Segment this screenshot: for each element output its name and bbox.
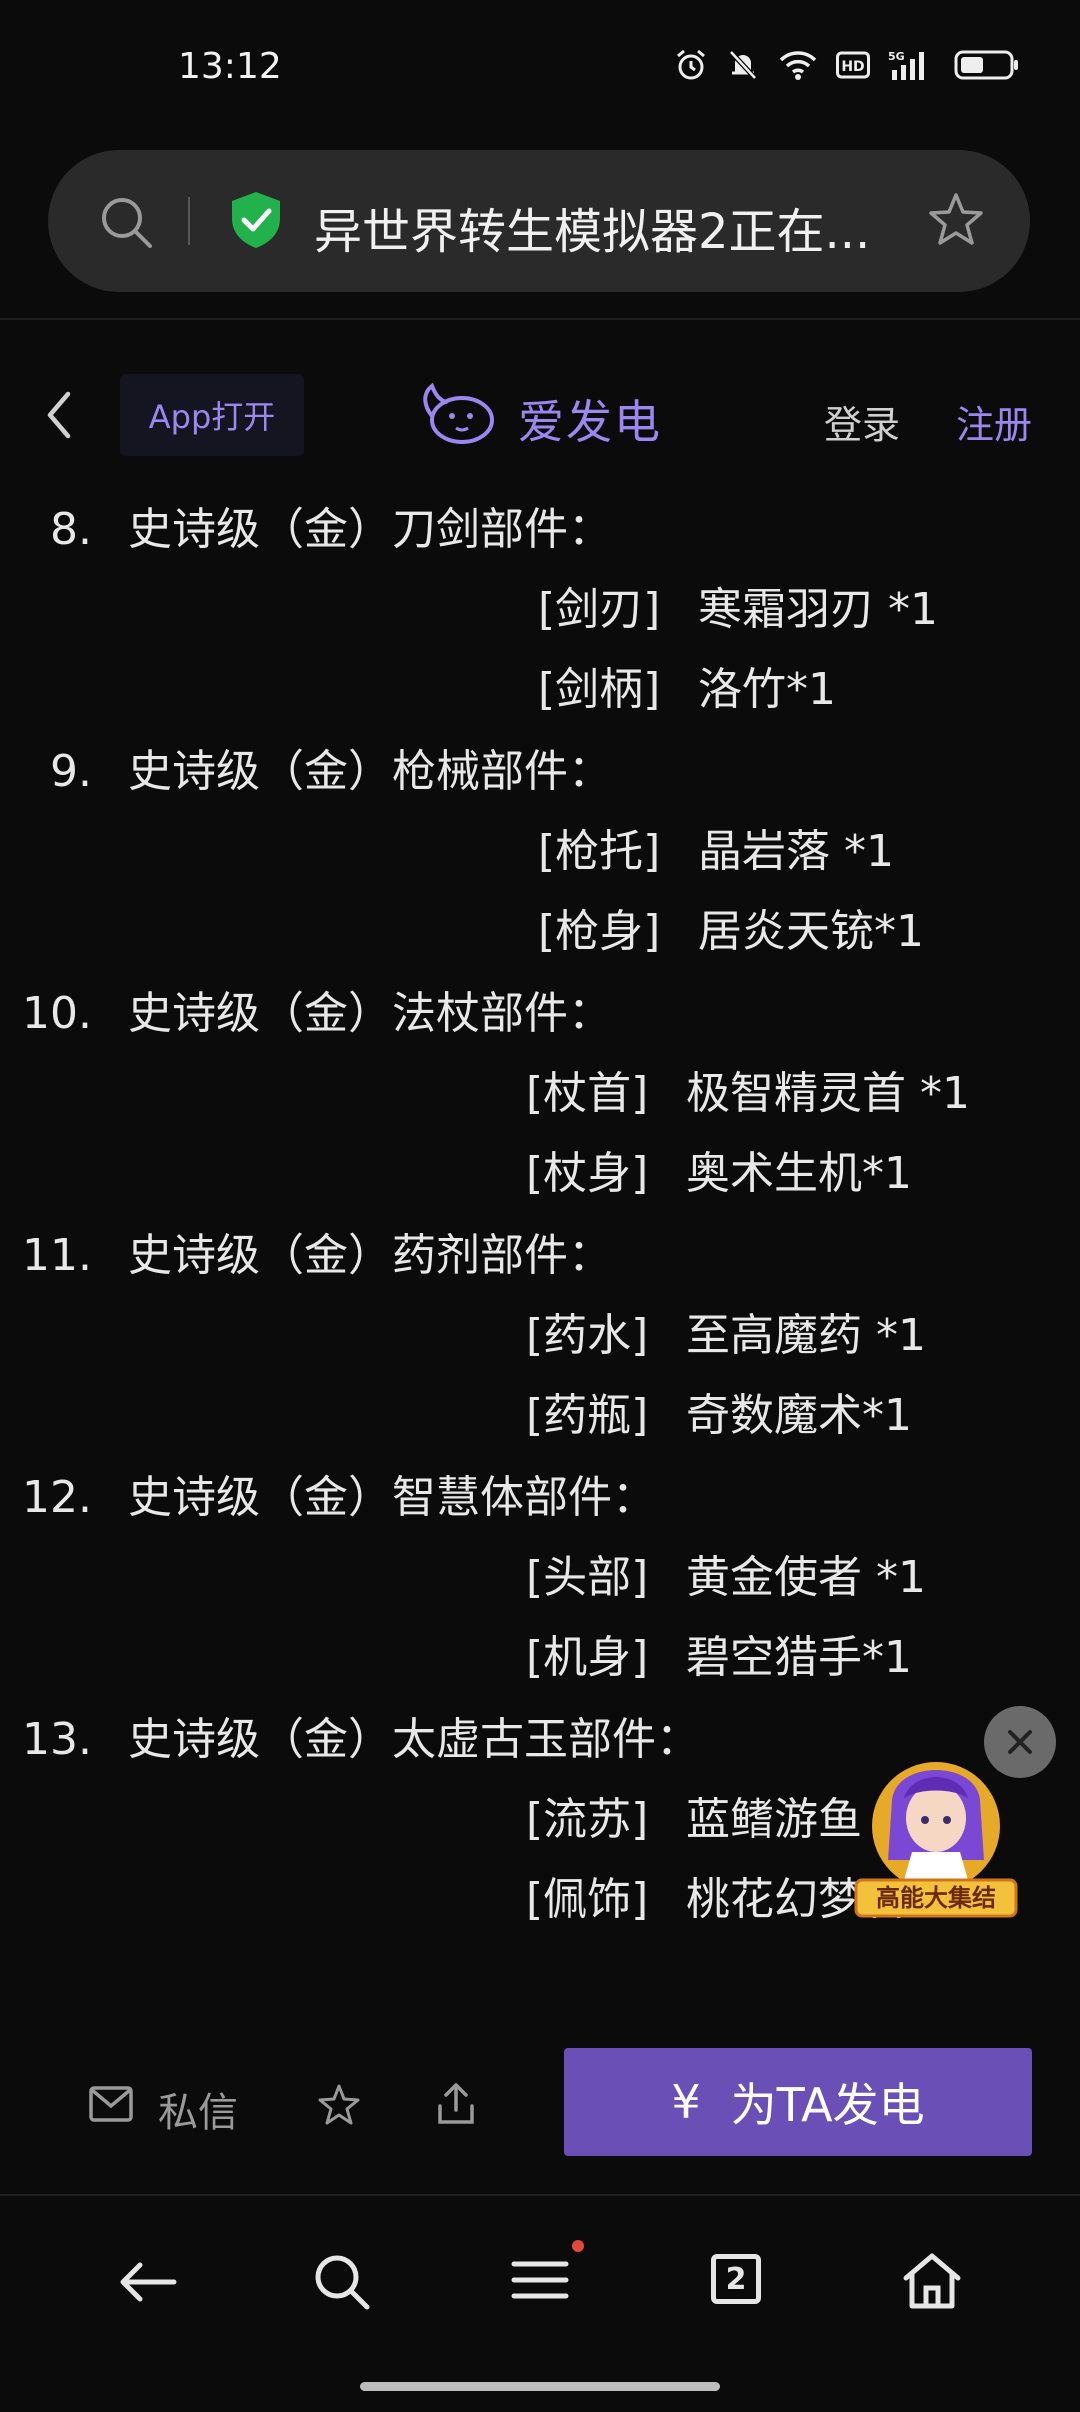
bottom-divider (0, 2194, 1080, 2196)
item-title: 史诗级（金）法杖部件： (128, 988, 612, 1039)
share-icon[interactable] (434, 2080, 478, 2128)
site-logo-text[interactable]: 爱发电 (518, 386, 662, 452)
bookmark-star-icon[interactable] (926, 190, 986, 250)
part-tag: [杖身] (526, 1148, 649, 1199)
battery-icon (954, 50, 1018, 80)
address-bar[interactable]: 异世界转生模拟器2正在... (48, 150, 1030, 292)
item-number: 8. (50, 504, 92, 555)
item-title: 史诗级（金）智慧体部件： (128, 1472, 656, 1523)
item-number: 13. (22, 1714, 92, 1765)
search-icon[interactable] (312, 2252, 372, 2312)
wifi-icon (779, 51, 817, 80)
item-title: 史诗级（金）刀剑部件： (128, 504, 612, 555)
part-tag: [头部] (526, 1552, 649, 1603)
url-separator (188, 197, 190, 245)
part-name: 寒霜羽刃 *1 (698, 584, 938, 635)
browser-bottom-nav: 2 (0, 2240, 1080, 2360)
signal-5g-icon: 5G (888, 50, 924, 80)
part-tag: [流苏] (526, 1794, 649, 1845)
item-number: 12. (22, 1472, 92, 1523)
svg-text:HD: HD (841, 59, 864, 75)
part-tag: [剑柄] (538, 664, 661, 715)
mute-bell-icon (729, 50, 757, 80)
part-tag: [杖首] (526, 1068, 649, 1119)
part-name: 蓝鳍游鱼 (686, 1794, 862, 1845)
status-icons: HD 5G (674, 48, 1020, 82)
promo-label: 高能大集结 (876, 1884, 996, 1912)
site-nav: App打开 爱发电 登录 注册 (0, 360, 1080, 470)
gesture-bar[interactable] (360, 2382, 720, 2391)
part-tag: [药水] (526, 1310, 649, 1361)
part-name: 极智精灵首 *1 (686, 1068, 970, 1119)
item-title: 史诗级（金）太虚古玉部件： (128, 1714, 700, 1765)
afdian-logo-icon (423, 382, 494, 444)
charge-button[interactable]: ¥ 为TA发电 (564, 2048, 1032, 2156)
item-number: 10. (22, 988, 92, 1039)
action-bar: 私信 ¥ 为TA发电 (0, 2040, 1080, 2190)
alarm-icon (677, 49, 705, 80)
back-chevron-icon[interactable] (44, 390, 74, 440)
hd-icon: HD (836, 51, 870, 79)
item-title: 史诗级（金）药剂部件： (128, 1230, 612, 1281)
currency-icon: ¥ (671, 2075, 701, 2129)
login-link[interactable]: 登录 (824, 394, 900, 449)
part-tag: [剑刃] (538, 584, 661, 635)
menu-icon[interactable] (510, 2240, 584, 2310)
top-divider (0, 318, 1080, 320)
part-name: 碧空猎手*1 (686, 1632, 912, 1683)
part-name: 洛竹*1 (698, 664, 836, 715)
status-time: 13:12 (178, 46, 282, 87)
item-number: 11. (22, 1230, 92, 1281)
charge-label: 为TA发电 (730, 2078, 925, 2132)
security-shield-icon[interactable] (228, 190, 284, 250)
tabs-button[interactable]: 2 (711, 2254, 761, 2304)
part-name: 黄金使者 *1 (686, 1552, 926, 1603)
part-tag: [枪身] (538, 906, 661, 957)
part-name: 奥术生机*1 (686, 1148, 912, 1199)
part-tag: [机身] (526, 1632, 649, 1683)
search-icon[interactable] (98, 194, 154, 250)
part-tag: [佩饰] (526, 1874, 649, 1925)
page-title[interactable]: 异世界转生模拟器2正在... (314, 192, 870, 262)
close-icon (1008, 1730, 1032, 1754)
part-name: 至高魔药 *1 (686, 1310, 926, 1361)
item-title: 史诗级（金）枪械部件： (128, 746, 612, 797)
home-icon[interactable] (900, 2250, 964, 2310)
status-bar: 13:12 HD 5G (0, 0, 1080, 140)
part-name: 奇数魔术*1 (686, 1390, 912, 1441)
part-tag: [枪托] (538, 826, 661, 877)
mail-icon[interactable] (88, 2084, 134, 2124)
private-message-button[interactable]: 私信 (158, 2080, 238, 2138)
part-name: 居炎天铳*1 (698, 906, 924, 957)
favorite-star-icon[interactable] (316, 2082, 362, 2128)
back-arrow-icon[interactable] (118, 2260, 178, 2304)
item-number: 9. (50, 746, 92, 797)
promo-close-button[interactable] (984, 1706, 1056, 1778)
part-name: 晶岩落 *1 (698, 826, 894, 877)
part-tag: [药瓶] (526, 1390, 649, 1441)
register-link[interactable]: 注册 (956, 394, 1032, 449)
app-open-button[interactable]: App打开 (120, 374, 304, 456)
svg-text:5G: 5G (888, 50, 905, 63)
